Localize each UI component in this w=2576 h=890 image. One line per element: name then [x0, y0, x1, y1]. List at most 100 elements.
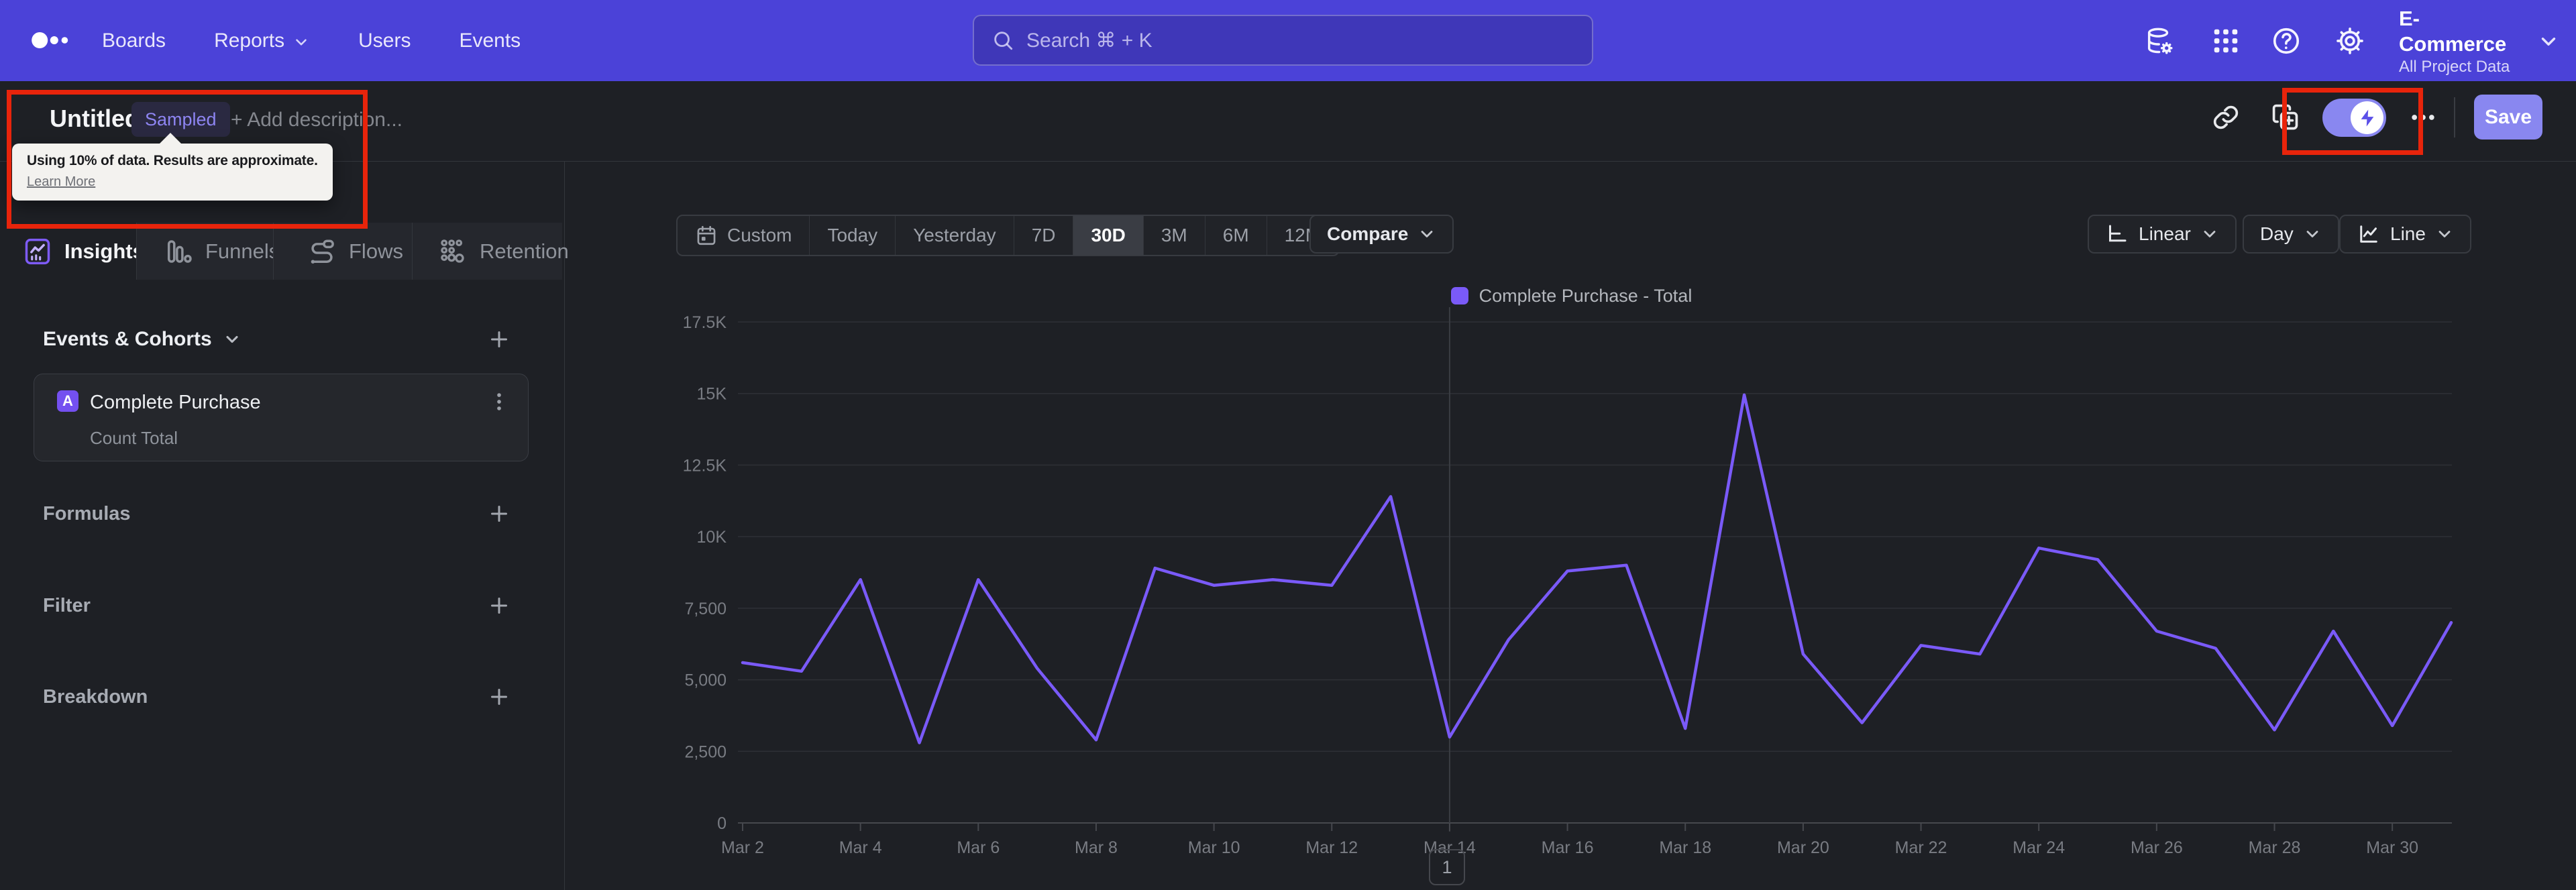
scale-label: Linear	[2139, 223, 2191, 244]
project-switcher[interactable]: E-Commerce All Project Data	[2399, 7, 2560, 76]
range-3m[interactable]: 3M	[1142, 216, 1205, 255]
chevron-down-icon	[1417, 225, 1436, 243]
x-axis-tick-label: Mar 6	[957, 838, 1000, 857]
tab-label: Funnels	[205, 239, 280, 263]
nav-item-events[interactable]: Events	[459, 30, 521, 52]
tab-retention[interactable]: Retention	[412, 223, 569, 280]
lightning-bolt-icon	[2351, 101, 2383, 134]
apps-grid-icon[interactable]	[2210, 25, 2241, 56]
search-input[interactable]: Search ⌘ + K	[973, 15, 1593, 66]
y-axis-tick-label: 10K	[697, 528, 727, 547]
compare-button[interactable]: Compare	[1309, 215, 1454, 254]
mixpanel-logo-icon[interactable]	[30, 23, 76, 58]
help-icon[interactable]	[2271, 25, 2302, 56]
x-axis-tick-label: Mar 12	[1305, 838, 1358, 857]
more-options-icon[interactable]	[2408, 103, 2438, 132]
range-30d[interactable]: 30D	[1073, 216, 1143, 255]
x-axis-tick-label: Mar 28	[2249, 838, 2301, 857]
compare-label: Compare	[1327, 223, 1409, 244]
sidebar-divider	[564, 161, 565, 890]
event-aggregation[interactable]: Count Total	[90, 428, 178, 449]
date-range-group: Custom Today Yesterday 7D 30D 3M 6M 12M	[676, 215, 1340, 256]
report-title[interactable]: Untitled	[50, 105, 140, 133]
add-event-button[interactable]	[487, 327, 511, 351]
range-label: 7D	[1031, 225, 1056, 245]
events-cohorts-header: Events & Cohorts	[0, 321, 564, 358]
y-axis-tick-label: 5,000	[684, 671, 727, 690]
add-formulas-button[interactable]	[487, 502, 511, 526]
mixpanel-insights-app: Boards Reports Users Events Search ⌘ + K E-…	[0, 0, 2576, 890]
add-filter-button[interactable]	[487, 594, 511, 618]
event-name[interactable]: Complete Purchase	[90, 392, 261, 414]
x-axis-tick-label: Mar 10	[1188, 838, 1240, 857]
range-label: Today	[827, 225, 878, 245]
tab-funnels[interactable]: Funnels	[136, 223, 279, 280]
nav-item-users[interactable]: Users	[358, 30, 411, 52]
range-7d[interactable]: 7D	[1013, 216, 1073, 255]
x-axis-tick-label: Mar 2	[721, 838, 764, 857]
range-custom[interactable]: Custom	[678, 216, 809, 255]
range-today[interactable]: Today	[809, 216, 895, 255]
interval-label: Day	[2260, 223, 2294, 244]
chevron-down-icon[interactable]	[223, 330, 241, 349]
range-label: 6M	[1222, 225, 1249, 245]
y-axis-tick-label: 2,500	[684, 742, 727, 761]
range-yesterday[interactable]: Yesterday	[895, 216, 1014, 255]
section-filter: Filter	[0, 580, 564, 634]
learn-more-link[interactable]: Learn More	[27, 174, 95, 190]
x-axis-tick-label: Mar 16	[1542, 838, 1594, 857]
add-description-field[interactable]: + Add description...	[231, 109, 402, 131]
section-label: Formulas	[43, 503, 131, 524]
save-button[interactable]: Save	[2474, 95, 2542, 140]
pagination-page-1[interactable]: 1	[1429, 849, 1465, 885]
y-axis-tick-label: 12.5K	[683, 456, 727, 475]
tab-flows[interactable]: Flows	[273, 223, 412, 280]
series-line-complete-purchase-total[interactable]	[741, 393, 2453, 744]
events-cohorts-label[interactable]: Events & Cohorts	[43, 328, 212, 351]
event-row-complete-purchase[interactable]: A Complete Purchase Count Total	[34, 374, 529, 461]
data-management-icon[interactable]	[2144, 25, 2175, 56]
top-nav: Boards Reports Users Events Search ⌘ + K E-…	[0, 0, 2576, 81]
nav-item-label: Reports	[214, 29, 285, 52]
range-label: 3M	[1161, 225, 1187, 245]
x-axis-tick-label: Mar 26	[2131, 838, 2183, 857]
interval-dropdown[interactable]: Day	[2243, 215, 2339, 254]
x-axis-tick-label: Mar 18	[1659, 838, 1711, 857]
nav-item-reports[interactable]: Reports	[214, 30, 310, 52]
tab-label: Insights	[64, 239, 144, 263]
search-icon	[991, 29, 1014, 52]
toolbar-divider	[0, 161, 2576, 162]
scale-dropdown[interactable]: Linear	[2088, 215, 2237, 254]
line-chart[interactable]: 0 2,500 5,000 7,500 10K 12.5K 15K 17.5K Mar 2 Mar…	[567, 295, 2576, 890]
section-breakdown: Breakdown	[0, 671, 564, 725]
y-axis-tick-label: 15K	[697, 385, 727, 404]
copy-to-board-icon[interactable]	[2271, 103, 2300, 132]
calendar-icon	[695, 224, 718, 247]
share-link-icon[interactable]	[2211, 103, 2241, 132]
event-kebab-menu-icon[interactable]	[488, 390, 511, 413]
chevron-down-icon	[292, 34, 310, 51]
add-breakdown-button[interactable]	[487, 685, 511, 709]
tooltip-arrow	[158, 133, 182, 145]
range-label: Custom	[727, 225, 792, 245]
x-axis-tick-label: Mar 30	[2366, 838, 2418, 857]
section-label: Filter	[43, 595, 91, 616]
event-letter-badge: A	[57, 390, 78, 412]
search-placeholder: Search ⌘ + K	[1026, 29, 1152, 52]
insights-tab-icon	[23, 237, 52, 266]
flows-tab-icon	[307, 237, 337, 266]
tab-label: Retention	[480, 239, 569, 263]
chart-type-dropdown[interactable]: Line	[2339, 215, 2471, 254]
sampled-badge[interactable]: Sampled	[131, 102, 230, 137]
nav-item-label: Users	[358, 29, 411, 52]
x-axis-tick-label: Mar 24	[2012, 838, 2065, 857]
tab-label: Flows	[349, 239, 403, 263]
settings-gear-icon[interactable]	[2334, 25, 2365, 56]
range-6m[interactable]: 6M	[1204, 216, 1267, 255]
tab-insights[interactable]: Insights	[0, 223, 144, 280]
toolbar-right-divider	[2454, 97, 2455, 137]
y-axis-tick-label: 17.5K	[683, 313, 727, 332]
sampling-toggle[interactable]	[2322, 99, 2386, 137]
project-scope: All Project Data	[2399, 58, 2510, 76]
nav-item-boards[interactable]: Boards	[102, 30, 166, 52]
